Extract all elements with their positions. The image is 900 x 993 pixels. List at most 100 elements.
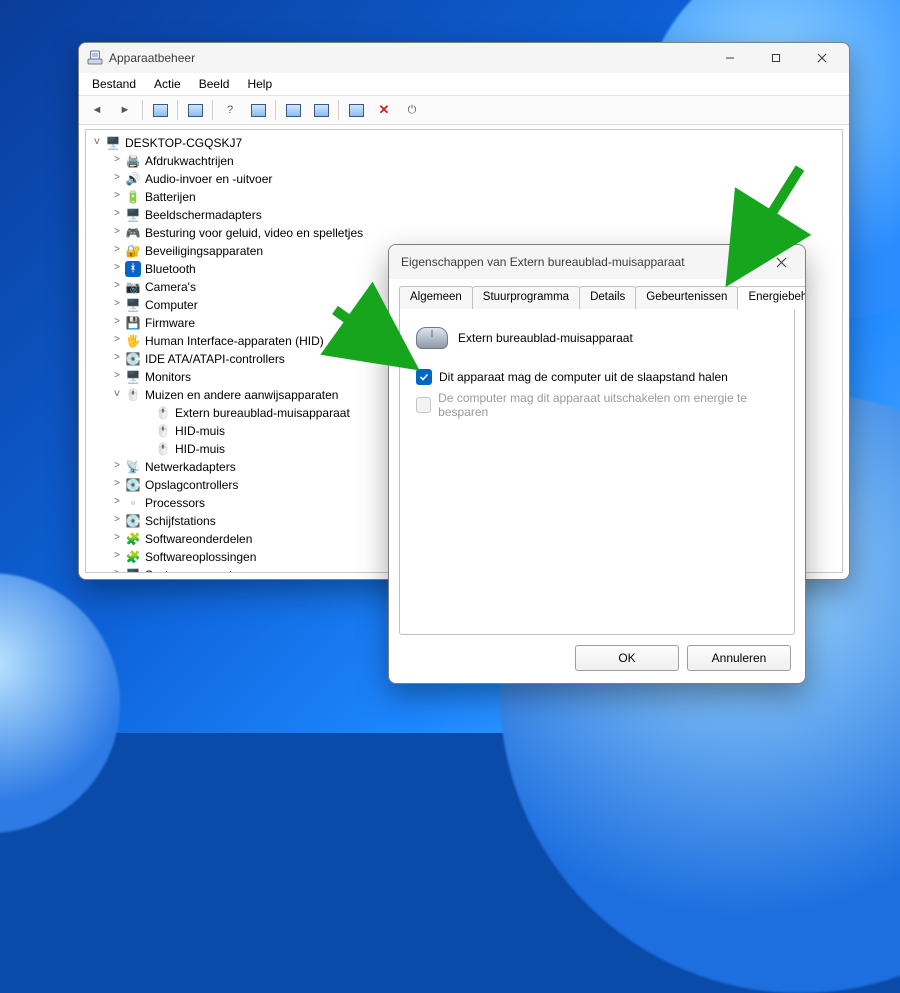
- mouse-icon: [416, 327, 448, 349]
- tree-label: Firmware: [145, 314, 201, 332]
- tab-details[interactable]: Details: [579, 286, 636, 310]
- tree-label: Afdrukwachtrijen: [145, 152, 240, 170]
- device-icon: 🖨️: [125, 153, 141, 169]
- tree-label: Netwerkadapters: [145, 458, 242, 476]
- close-button[interactable]: [761, 245, 801, 279]
- menubar: BestandActieBeeldHelp: [79, 73, 849, 96]
- device-icon: 🧩: [125, 549, 141, 565]
- menu-actie[interactable]: Actie: [147, 75, 188, 93]
- tree-label: Extern bureaublad-muisapparaat: [175, 404, 356, 422]
- toolbar-separator: [338, 100, 339, 120]
- device-icon: 📷: [125, 279, 141, 295]
- menu-help[interactable]: Help: [240, 75, 279, 93]
- chevron-down-icon[interactable]: v: [110, 386, 124, 404]
- device-icon: 🖥️: [125, 567, 141, 572]
- chevron-right-icon[interactable]: >: [110, 278, 124, 296]
- chevron-right-icon[interactable]: >: [110, 332, 124, 350]
- add-legacy-hardware-button[interactable]: [343, 97, 369, 123]
- device-icon: 📡: [125, 459, 141, 475]
- properties-button[interactable]: [182, 97, 208, 123]
- chevron-right-icon[interactable]: >: [110, 548, 124, 566]
- tree-label: HID-muis: [175, 422, 231, 440]
- scan-hardware-button[interactable]: [245, 97, 271, 123]
- chevron-right-icon[interactable]: >: [110, 530, 124, 548]
- bg-blob: [0, 573, 120, 833]
- tree-label: IDE ATA/ATAPI-controllers: [145, 350, 291, 368]
- monitors-button[interactable]: [308, 97, 334, 123]
- tree-label: Processors: [145, 494, 211, 512]
- dm-titlebar[interactable]: Apparaatbeheer: [79, 43, 849, 73]
- device-icon: 💾: [125, 315, 141, 331]
- menu-beeld[interactable]: Beeld: [192, 75, 237, 93]
- chevron-right-icon[interactable]: >: [110, 152, 124, 170]
- tree-category[interactable]: >🔊Audio-invoer en -uitvoer: [86, 170, 842, 188]
- chevron-down-icon[interactable]: v: [90, 134, 104, 152]
- device-icon: 💽: [125, 513, 141, 529]
- tree-category[interactable]: >🖨️Afdrukwachtrijen: [86, 152, 842, 170]
- tree-label: HID-muis: [175, 440, 231, 458]
- chevron-right-icon[interactable]: >: [110, 170, 124, 188]
- tree-category[interactable]: >🔋Batterijen: [86, 188, 842, 206]
- maximize-button[interactable]: [753, 43, 799, 73]
- device-icon: ᚼ: [125, 261, 141, 277]
- cancel-button[interactable]: Annuleren: [687, 645, 791, 671]
- help-button[interactable]: ?: [217, 97, 243, 123]
- device-icon: 🖥️: [125, 297, 141, 313]
- chevron-right-icon[interactable]: >: [110, 350, 124, 368]
- chevron-right-icon[interactable]: >: [110, 224, 124, 242]
- chevron-right-icon[interactable]: >: [110, 494, 124, 512]
- tree-category[interactable]: >🖥️Beeldschermadapters: [86, 206, 842, 224]
- forward-button[interactable]: ►: [112, 97, 138, 123]
- tab-algemeen[interactable]: Algemeen: [399, 286, 473, 310]
- app-icon: [87, 50, 103, 66]
- ok-button[interactable]: OK: [575, 645, 679, 671]
- chevron-right-icon[interactable]: >: [110, 188, 124, 206]
- tab-stuurprogramma[interactable]: Stuurprogramma: [472, 286, 580, 310]
- uninstall-device-button[interactable]: ✕: [371, 97, 397, 123]
- chevron-right-icon[interactable]: >: [110, 512, 124, 530]
- chevron-right-icon[interactable]: >: [110, 242, 124, 260]
- back-button[interactable]: ◄: [84, 97, 110, 123]
- chevron-right-icon[interactable]: >: [110, 476, 124, 494]
- chevron-right-icon[interactable]: >: [110, 314, 124, 332]
- tree-root[interactable]: v🖥️DESKTOP-CGQSKJ7: [86, 134, 842, 152]
- checkbox-allow-wake[interactable]: Dit apparaat mag de computer uit de slaa…: [416, 369, 778, 385]
- close-button[interactable]: [799, 43, 845, 73]
- device-icon: 🖐️: [125, 333, 141, 349]
- device-icon: 🖱️: [155, 423, 171, 439]
- disable-device-button[interactable]: ⏻: [399, 97, 425, 123]
- device-icon: 🖥️: [125, 369, 141, 385]
- chevron-right-icon[interactable]: >: [110, 260, 124, 278]
- tree-label: Beveiligingsapparaten: [145, 242, 269, 260]
- device-icon: 💽: [125, 477, 141, 493]
- checkbox-empty-icon: [416, 397, 431, 413]
- chevron-right-icon[interactable]: >: [110, 296, 124, 314]
- tree-label: Softwareoplossingen: [145, 548, 262, 566]
- checkmark-icon: [416, 369, 432, 385]
- device-icon: 🧩: [125, 531, 141, 547]
- update-driver-button[interactable]: [280, 97, 306, 123]
- device-icon: 🖥️: [105, 135, 121, 151]
- chevron-right-icon[interactable]: >: [110, 206, 124, 224]
- props-titlebar[interactable]: Eigenschappen van Extern bureaublad-muis…: [389, 245, 805, 279]
- tree-label: Human Interface-apparaten (HID): [145, 332, 330, 350]
- chevron-right-icon[interactable]: >: [110, 368, 124, 386]
- tab-gebeurtenissen[interactable]: Gebeurtenissen: [635, 286, 738, 310]
- chevron-right-icon[interactable]: >: [110, 458, 124, 476]
- tree-category[interactable]: >🎮Besturing voor geluid, video en spelle…: [86, 224, 842, 242]
- toolbar-separator: [275, 100, 276, 120]
- checkbox-allow-poweroff: De computer mag dit apparaat uitschakele…: [416, 391, 778, 419]
- show-hide-tree-button[interactable]: [147, 97, 173, 123]
- device-icon: 🖱️: [155, 441, 171, 457]
- toolbar-separator: [142, 100, 143, 120]
- tree-label: Computer: [145, 296, 204, 314]
- chevron-right-icon[interactable]: >: [110, 566, 124, 572]
- dialog-button-row: OK Annuleren: [575, 645, 791, 671]
- tab-energiebeheer[interactable]: Energiebeheer: [737, 286, 806, 310]
- toolbar-separator: [177, 100, 178, 120]
- menu-bestand[interactable]: Bestand: [85, 75, 143, 93]
- tree-label: Beeldschermadapters: [145, 206, 268, 224]
- toolbar: ◄►? ✕⏻: [79, 96, 849, 125]
- minimize-button[interactable]: [707, 43, 753, 73]
- checkbox-label: De computer mag dit apparaat uitschakele…: [438, 391, 778, 419]
